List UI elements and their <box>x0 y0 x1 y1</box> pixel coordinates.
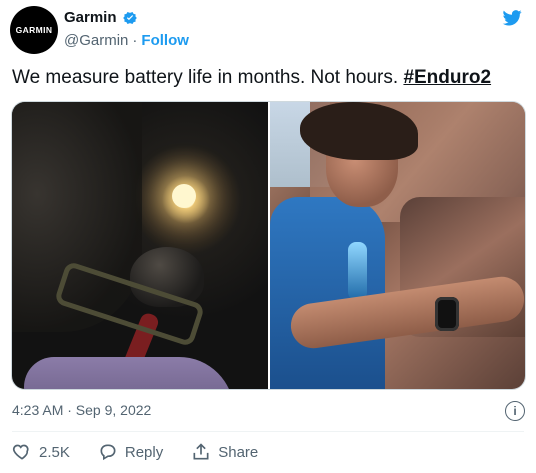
separator: · <box>132 32 138 49</box>
display-name[interactable]: Garmin <box>64 9 117 26</box>
share-icon <box>193 443 209 460</box>
share-label: Share <box>218 443 259 461</box>
action-divider <box>12 431 524 432</box>
heart-icon <box>12 444 29 460</box>
reply-label: Reply <box>124 443 164 461</box>
sleeping-bag <box>24 357 234 389</box>
tweet-body: We measure battery life in months. Not h… <box>12 67 399 88</box>
handle-row: @Garmin · Follow <box>64 32 189 49</box>
share-button[interactable]: Share <box>191 442 258 462</box>
tweet-media[interactable] <box>11 101 526 390</box>
verified-badge-icon <box>122 11 137 24</box>
tweet-text: We measure battery life in months. Not h… <box>12 67 491 89</box>
tweet-timestamp[interactable]: 4:23 AM · Sep 9, 2022 <box>12 402 151 418</box>
watch <box>435 297 459 331</box>
info-icon[interactable]: i <box>505 401 525 421</box>
avatar[interactable]: GARMIN <box>10 6 58 54</box>
media-photo-right[interactable] <box>270 102 525 389</box>
hashtag-link[interactable]: #Enduro2 <box>403 67 491 88</box>
reply-button[interactable]: Reply <box>98 442 163 462</box>
headlamp-light <box>172 184 196 208</box>
like-count: 2.5K <box>39 443 70 461</box>
name-row: Garmin <box>64 9 138 26</box>
follow-button[interactable]: Follow <box>141 32 189 49</box>
reply-bubble-icon <box>100 444 116 461</box>
twitter-bird-icon[interactable] <box>500 8 524 28</box>
like-button[interactable]: 2.5K <box>12 442 70 462</box>
tweet-actions: 2.5K Reply Share <box>12 442 258 462</box>
avatar-text: GARMIN <box>15 25 53 35</box>
water-bottle <box>348 242 367 300</box>
runner-vest <box>270 197 385 389</box>
media-photo-left[interactable] <box>12 102 268 389</box>
account-handle[interactable]: @Garmin <box>64 32 128 49</box>
